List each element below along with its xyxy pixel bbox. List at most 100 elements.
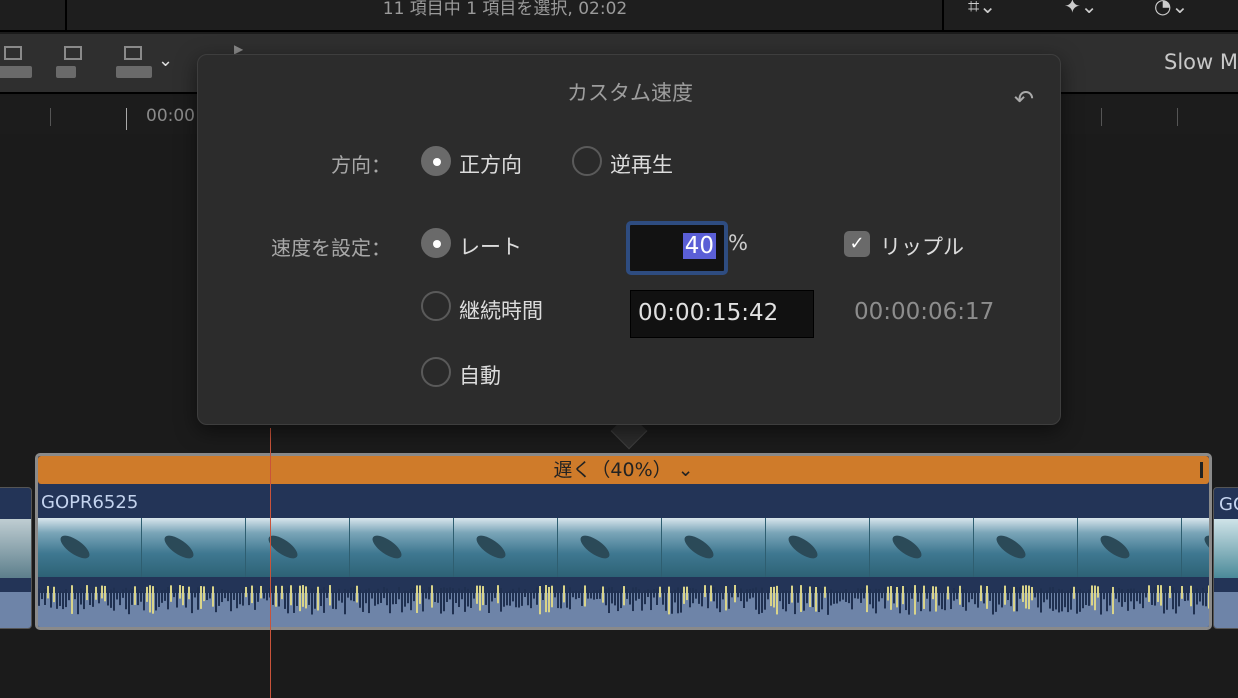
- waveform-bar: [737, 592, 739, 598]
- waveform-bar: [1019, 587, 1021, 599]
- waveform-bar: [1151, 591, 1153, 605]
- waveform-bar: [1118, 588, 1120, 603]
- rate-label[interactable]: レート: [459, 231, 522, 261]
- waveform-bar: [68, 592, 70, 601]
- effects-magic-icon[interactable]: ✦⌄: [1064, 0, 1098, 18]
- waveform-bar: [716, 589, 718, 609]
- transform-menu-icon[interactable]: ⌗⌄: [968, 0, 996, 18]
- waveform-bar: [1103, 592, 1105, 600]
- waveform-bar: [203, 586, 205, 602]
- playhead[interactable]: [270, 428, 271, 698]
- waveform-bar: [1136, 591, 1138, 602]
- waveform-bar: [263, 592, 265, 599]
- reset-undo-icon[interactable]: ↶: [1014, 85, 1034, 113]
- waveform-bar: [290, 585, 292, 606]
- ripple-checkbox[interactable]: ✓: [844, 231, 870, 257]
- waveform-bar: [686, 586, 688, 601]
- waveform-bar: [1199, 591, 1201, 602]
- waveform-bar: [875, 588, 877, 614]
- auto-label[interactable]: 自動: [459, 360, 501, 390]
- waveform-bar: [1115, 590, 1117, 599]
- waveform-bar: [863, 588, 865, 599]
- waveform-bar: [332, 591, 334, 609]
- waveform-bar: [641, 592, 643, 611]
- waveform-bar: [95, 586, 97, 600]
- waveform-bar: [137, 589, 139, 606]
- waveform-bar: [248, 587, 250, 606]
- percent-label: %: [728, 231, 748, 255]
- waveform-bar: [962, 588, 964, 607]
- duration-radio[interactable]: [421, 291, 451, 321]
- waveform-bar: [968, 592, 970, 603]
- waveform-bar: [560, 590, 562, 609]
- chevron-down-icon[interactable]: ⌄: [678, 459, 694, 481]
- waveform-bar: [1052, 587, 1054, 611]
- selected-clip[interactable]: 遅く（40%） ⌄ GOPR6525: [35, 453, 1212, 630]
- rate-radio[interactable]: [421, 228, 451, 258]
- reverse-label[interactable]: 逆再生: [610, 149, 673, 179]
- retime-menu-icon[interactable]: ◔⌄: [1154, 0, 1188, 18]
- waveform-bar: [377, 588, 379, 605]
- forward-radio[interactable]: [421, 146, 451, 176]
- waveform-bar: [533, 590, 535, 599]
- waveform-bar: [998, 592, 1000, 605]
- waveform-bar: [746, 589, 748, 602]
- forward-label[interactable]: 正方向: [459, 149, 522, 179]
- waveform-bar: [197, 587, 199, 610]
- waveform-bar: [506, 591, 508, 606]
- waveform-bar: [662, 587, 664, 605]
- waveform-bar: [224, 590, 226, 599]
- previous-clip[interactable]: [0, 487, 32, 629]
- duration-input[interactable]: 00:00:15:42: [630, 290, 814, 338]
- waveform-bar: [680, 589, 682, 613]
- waveform-bar: [473, 591, 475, 599]
- connect-clip-icon[interactable]: [0, 46, 32, 82]
- rate-input[interactable]: 40: [626, 221, 728, 275]
- ripple-label[interactable]: リップル: [880, 231, 964, 261]
- waveform-bar: [1091, 585, 1093, 606]
- waveform-bar: [158, 592, 160, 607]
- waveform-bar: [683, 586, 685, 604]
- waveform-bar: [1007, 591, 1009, 601]
- waveform-bar: [1187, 590, 1189, 601]
- waveform-bar: [482, 586, 484, 606]
- waveform-bar: [518, 587, 520, 608]
- waveform-bar: [1202, 587, 1204, 606]
- waveform-bar: [194, 591, 196, 598]
- insert-clip-icon[interactable]: [56, 46, 92, 82]
- waveform-bar: [599, 589, 601, 599]
- waveform-bar: [851, 591, 853, 610]
- auto-radio[interactable]: [421, 357, 451, 387]
- waveform-bar: [188, 586, 190, 600]
- waveform-bar: [974, 590, 976, 605]
- filmstrip-frame: [1182, 518, 1209, 577]
- waveform-bar: [965, 590, 967, 611]
- retime-handle[interactable]: [1200, 462, 1203, 478]
- waveform-bar: [176, 589, 178, 608]
- waveform-bar: [764, 592, 766, 610]
- waveform-bar: [227, 590, 229, 602]
- waveform-bar: [1043, 591, 1045, 603]
- waveform-bar: [896, 586, 898, 608]
- waveform-bar: [257, 590, 259, 602]
- waveform-bar: [821, 588, 823, 610]
- waveform-bar: [983, 589, 985, 604]
- duration-label[interactable]: 継続時間: [459, 295, 543, 325]
- waveform-bar: [569, 587, 571, 610]
- waveform-bar: [1181, 586, 1183, 599]
- reverse-radio[interactable]: [572, 146, 602, 176]
- chevron-down-icon[interactable]: ⌄: [158, 50, 173, 71]
- waveform-bar: [434, 590, 436, 602]
- waveform-bar: [491, 591, 493, 602]
- waveform-bar: [152, 586, 154, 614]
- waveform-bar: [1046, 590, 1048, 600]
- retime-speed-bar[interactable]: 遅く（40%） ⌄: [38, 456, 1209, 484]
- overwrite-clip-icon[interactable]: [116, 46, 152, 82]
- waveform-bar: [605, 588, 607, 606]
- next-clip[interactable]: GO: [1213, 487, 1238, 629]
- waveform-bar: [1070, 588, 1072, 610]
- ruler-time: 00:00: [146, 106, 195, 126]
- waveform-bar: [200, 586, 202, 609]
- waveform-bar: [1196, 588, 1198, 605]
- waveform-bar: [836, 590, 838, 604]
